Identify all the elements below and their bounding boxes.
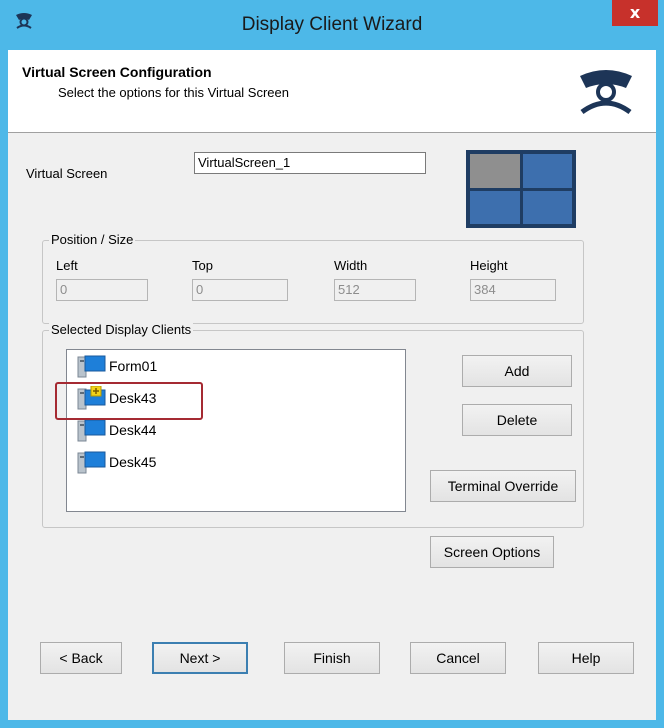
- finish-button[interactable]: Finish: [284, 642, 380, 674]
- display-client-icon: [77, 354, 107, 380]
- highlight-annotation: [55, 382, 203, 420]
- terminal-override-button[interactable]: Terminal Override: [430, 470, 576, 502]
- screen-options-button[interactable]: Screen Options: [430, 536, 554, 568]
- wizard-window: Display Client Wizard x Virtual Screen C…: [0, 0, 664, 728]
- width-label: Width: [334, 258, 368, 273]
- page-subtitle: Select the options for this Virtual Scre…: [58, 85, 289, 100]
- help-button[interactable]: Help: [538, 642, 634, 674]
- delete-button[interactable]: Delete: [462, 404, 572, 436]
- title-bar[interactable]: Display Client Wizard x: [0, 0, 664, 50]
- thinmanager-logo-icon: [576, 66, 636, 116]
- display-client-icon: [77, 450, 107, 476]
- list-item-label: Form01: [109, 358, 158, 374]
- display-client-icon: [77, 418, 107, 444]
- list-item-label: Desk44: [109, 422, 157, 438]
- wizard-body: Virtual Screen Configuration Select the …: [8, 50, 656, 720]
- top-label: Top: [192, 258, 213, 273]
- top-field: 0: [192, 279, 288, 301]
- height-label: Height: [470, 258, 508, 273]
- next-button[interactable]: Next >: [152, 642, 248, 674]
- left-field: 0: [56, 279, 148, 301]
- window-title: Display Client Wizard: [241, 14, 423, 35]
- virtual-screen-name-input[interactable]: VirtualScreen_1: [194, 152, 426, 174]
- screen-quadrant-bottom-left[interactable]: [470, 190, 520, 224]
- page-title: Virtual Screen Configuration: [22, 64, 212, 80]
- add-button[interactable]: Add: [462, 355, 572, 387]
- screen-quadrant-bottom-right[interactable]: [522, 190, 572, 224]
- screen-quadrant-top-right[interactable]: [522, 154, 572, 188]
- cancel-button[interactable]: Cancel: [410, 642, 506, 674]
- screen-quadrant-top-left[interactable]: [470, 154, 520, 188]
- left-label: Left: [56, 258, 78, 273]
- selected-display-clients-legend: Selected Display Clients: [49, 322, 194, 337]
- position-size-legend: Position / Size: [49, 232, 136, 247]
- close-button[interactable]: x: [612, 0, 658, 26]
- list-item-label: Desk45: [109, 454, 157, 470]
- virtual-screen-label: Virtual Screen: [26, 166, 108, 181]
- display-clients-list[interactable]: Form01 Desk43 Desk44 Desk45: [66, 349, 406, 512]
- width-field: 512: [334, 279, 416, 301]
- height-field: 384: [470, 279, 556, 301]
- back-button[interactable]: < Back: [40, 642, 122, 674]
- virtual-screen-layout-preview[interactable]: [466, 150, 576, 228]
- wizard-header: Virtual Screen Configuration Select the …: [8, 50, 656, 133]
